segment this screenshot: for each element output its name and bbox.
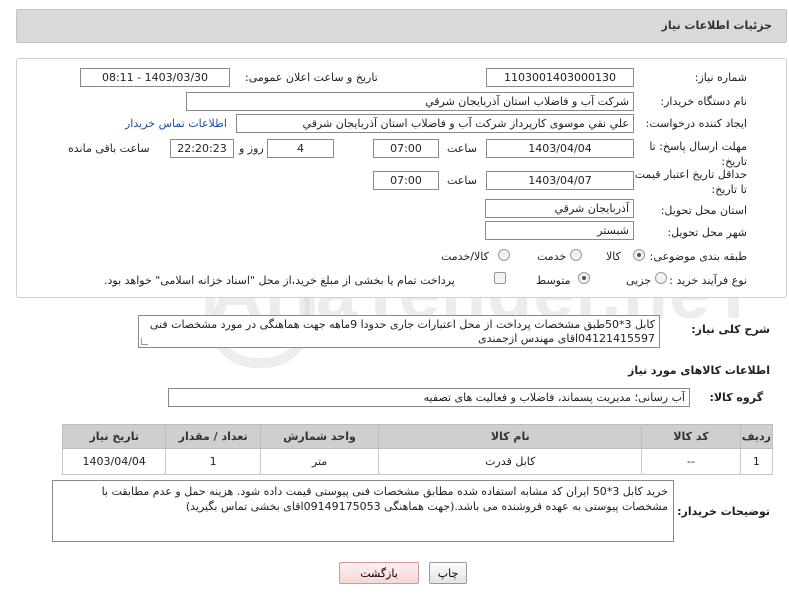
announce-field: 1403/03/30 - 08:11 <box>80 68 230 87</box>
city-field: شبستر <box>485 221 634 240</box>
goods-table: ردیف کد کالا نام کالا واحد شمارش تعداد /… <box>61 424 774 475</box>
days-field: 4 <box>267 139 334 158</box>
col-need-date: تاریخ نیاز <box>61 424 167 449</box>
need-number-field: 1103001403000130 <box>486 68 634 87</box>
process-label: نوع فرآیند خرید : <box>669 274 747 287</box>
deadline-time-field: 07:00 <box>373 139 439 158</box>
cell-row-number: 1 <box>739 448 774 475</box>
page-header: جزئیات اطلاعات نیاز <box>16 9 787 43</box>
process-minor-radio[interactable] <box>655 272 667 284</box>
buyer-contact-link[interactable]: اطلاعات تماس خریدار <box>125 117 227 130</box>
treasury-note: پرداخت تمام یا بخشی از مبلغ خرید،از محل … <box>104 274 455 287</box>
page-title: جزئیات اطلاعات نیاز <box>661 19 773 32</box>
process-minor-label: جزیی <box>626 274 652 287</box>
category-goods-label: کالا <box>606 250 621 263</box>
treasury-checkbox[interactable] <box>494 272 506 284</box>
category-service-radio[interactable] <box>570 249 582 261</box>
creator-field: علي نقي موسوی کارپرداز شرکت آب و فاضلاب … <box>236 114 634 133</box>
announce-label: تاریخ و ساعت اعلان عمومی: <box>245 71 378 84</box>
city-label: شهر محل تحویل: <box>667 226 747 239</box>
description-text: کابل 3*50طبق مشخصات پرداخت از محل اعتبار… <box>149 318 655 345</box>
cell-need-date: 1403/04/04 <box>61 448 167 475</box>
cell-goods-name: کابل قدرت <box>378 448 643 475</box>
col-goods-code: کد کالا <box>641 424 741 449</box>
days-label: روز و <box>239 142 264 155</box>
creator-label: ایجاد کننده درخواست: <box>645 117 747 130</box>
deadline-date-field: 1403/04/04 <box>486 139 634 158</box>
province-field: آذربایجان شرقي <box>485 199 634 218</box>
buyer-org-label: نام دستگاه خریدار: <box>660 95 747 108</box>
price-valid-date-field: 1403/04/07 <box>486 171 634 190</box>
col-unit: واحد شمارش <box>259 424 380 449</box>
goods-group-field: آب رسانی؛ مدیریت پسماند، فاضلاب و فعالیت… <box>168 388 690 407</box>
col-row-number: ردیف <box>739 424 774 449</box>
goods-group-label: گروه کالا: <box>709 391 763 404</box>
table-header-row: ردیف کد کالا نام کالا واحد شمارش تعداد /… <box>61 424 774 449</box>
buyer-notes-text: خرید کابل 3*50 ایران کد مشابه استفاده شد… <box>101 485 668 513</box>
price-valid-label: حداقل تاریخ اعتبار قیمت: تا تاریخ: <box>631 168 747 196</box>
buyer-notes-textarea[interactable]: خرید کابل 3*50 ایران کد مشابه استفاده شد… <box>52 480 674 542</box>
buyer-notes-label: توضیحات خریدار: <box>677 505 770 518</box>
description-textarea[interactable]: کابل 3*50طبق مشخصات پرداخت از محل اعتبار… <box>138 315 660 348</box>
process-medium-radio[interactable] <box>578 272 590 284</box>
buyer-org-field: شرکت آب و فاضلاب استان آذربایجان شرقي <box>186 92 634 111</box>
col-quantity: تعداد / مقدار <box>165 424 261 449</box>
deadline-label: مهلت ارسال پاسخ: تا تاریخ: <box>649 140 747 168</box>
col-goods-name: نام کالا <box>378 424 643 449</box>
cell-unit: متر <box>259 448 380 475</box>
goods-info-title: اطلاعات کالاهای مورد نیاز <box>628 364 770 377</box>
category-goods-radio[interactable] <box>633 249 645 261</box>
table-row: 1 -- کابل قدرت متر 1 1403/04/04 <box>61 448 774 475</box>
description-label: شرح کلی نیاز: <box>691 323 770 336</box>
province-label: استان محل تحویل: <box>660 204 747 217</box>
process-medium-label: متوسط <box>536 274 571 287</box>
category-both-radio[interactable] <box>498 249 510 261</box>
deadline-time-label: ساعت <box>447 142 477 155</box>
remain-time-field: 22:20:23 <box>170 139 234 158</box>
print-button[interactable]: چاپ <box>429 562 467 584</box>
need-number-label: شماره نیاز: <box>694 71 747 84</box>
back-button[interactable]: بازگشت <box>339 562 419 584</box>
cell-goods-code: -- <box>641 448 741 475</box>
price-valid-time-label: ساعت <box>447 174 477 187</box>
price-valid-time-field: 07:00 <box>373 171 439 190</box>
category-label: طبقه بندی موضوعی: <box>649 250 747 263</box>
category-service-label: خدمت <box>537 250 567 263</box>
cell-quantity: 1 <box>165 448 261 475</box>
category-both-label: کالا/خدمت <box>441 250 489 263</box>
remain-label: ساعت باقی مانده <box>68 142 150 155</box>
resize-handle-icon[interactable] <box>141 338 148 345</box>
